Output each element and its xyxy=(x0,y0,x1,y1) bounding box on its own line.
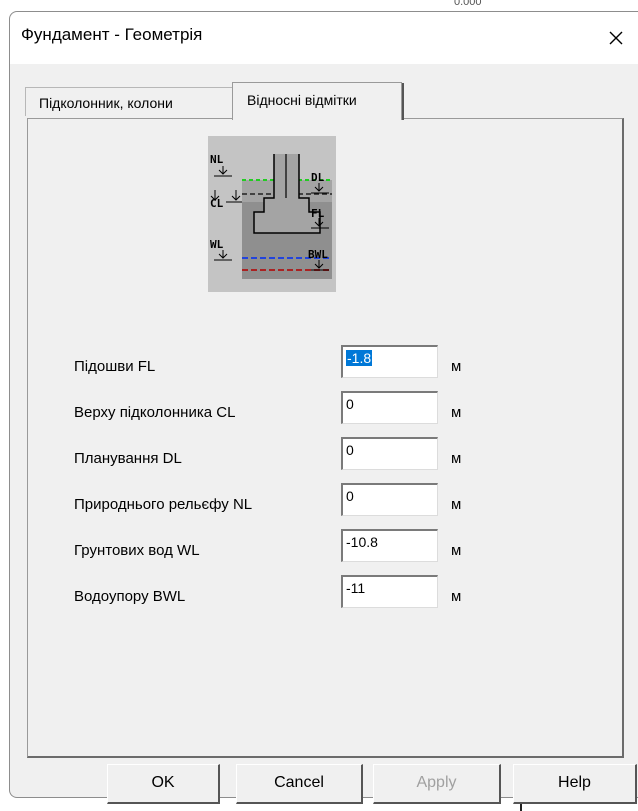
diagram-label-dl: DL xyxy=(311,171,325,184)
unit-natural-relief-nl: м xyxy=(451,496,462,513)
input-natural-relief-nl[interactable]: 0 xyxy=(341,483,438,516)
cancel-button[interactable]: Cancel xyxy=(236,764,363,804)
input-groundwater-wl[interactable]: -10.8 xyxy=(341,529,438,562)
help-button[interactable]: Help xyxy=(513,764,637,804)
foundation-geometry-dialog: Фундамент - Геометрія Підколонник, колон… xyxy=(9,11,638,804)
input-pedestal-top-cl[interactable]: 0 xyxy=(341,391,438,424)
input-footing-fl-value: -1.8 xyxy=(346,350,373,366)
label-footing-fl: Підошви FL xyxy=(74,358,156,375)
unit-footing-fl: м xyxy=(451,358,462,375)
label-groundwater-wl: Грунтових вод WL xyxy=(74,542,200,559)
tab-relative-elevations[interactable]: Відносні відмітки xyxy=(232,82,404,120)
title-bar[interactable]: Фундамент - Геометрія xyxy=(10,12,638,64)
diagram-label-bwl: BWL xyxy=(308,248,328,261)
window-title: Фундамент - Геометрія xyxy=(21,25,203,44)
tab-column-pedestal[interactable]: Підколонник, колони xyxy=(25,87,233,116)
unit-groundwater-wl: м xyxy=(451,542,462,559)
background-window-text: 0.000 xyxy=(454,0,482,8)
apply-button[interactable]: Apply xyxy=(373,764,501,804)
label-aquiclude-bwl: Водоупору BWL xyxy=(74,588,186,605)
diagram-label-nl: NL xyxy=(210,153,224,166)
input-aquiclude-bwl[interactable]: -11 xyxy=(341,575,438,608)
foundation-elevation-diagram: NL CL WL DL FL BWL xyxy=(208,136,336,292)
ok-button[interactable]: OK xyxy=(107,764,220,804)
input-footing-fl[interactable]: -1.8 xyxy=(341,345,438,378)
label-grading-dl: Планування DL xyxy=(74,450,182,467)
label-pedestal-top-cl: Верху підколонника CL xyxy=(74,404,236,421)
input-grading-dl[interactable]: 0 xyxy=(341,437,438,470)
diagram-label-cl: CL xyxy=(210,197,224,210)
close-icon xyxy=(609,31,623,45)
unit-aquiclude-bwl: м xyxy=(451,588,462,605)
unit-pedestal-top-cl: м xyxy=(451,404,462,421)
diagram-label-wl: WL xyxy=(210,238,224,251)
tab-panel-relative-elevations: NL CL WL DL FL BWL Підошви FL -1.8 м Вер… xyxy=(27,118,624,758)
unit-grading-dl: м xyxy=(451,450,462,467)
label-natural-relief-nl: Природнього рельєфу NL xyxy=(74,496,253,513)
close-button[interactable] xyxy=(594,12,638,64)
diagram-label-fl: FL xyxy=(311,207,325,220)
